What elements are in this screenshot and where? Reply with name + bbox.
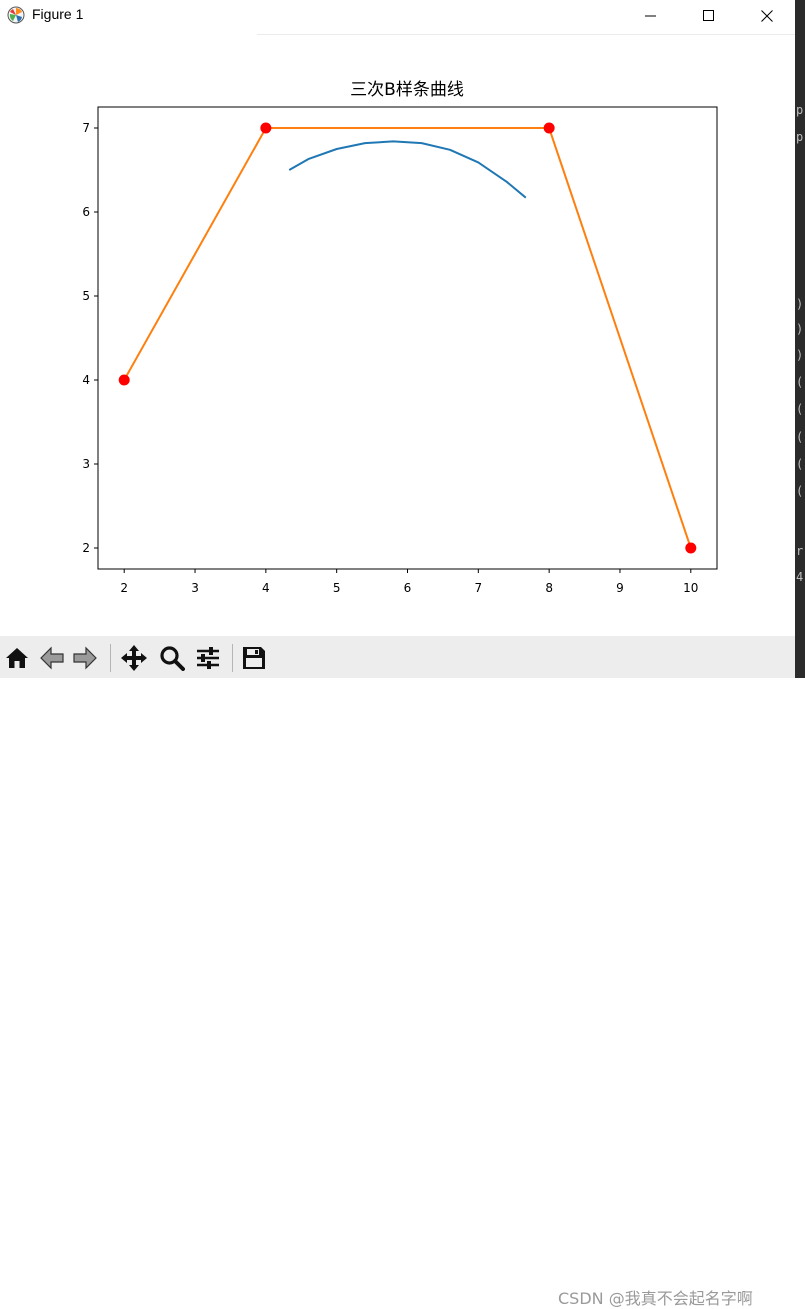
background-code-char: ) bbox=[796, 348, 804, 362]
configure-subplots-button[interactable] bbox=[194, 644, 222, 672]
magnifier-icon bbox=[160, 646, 185, 671]
y-tick-label: 5 bbox=[82, 289, 90, 303]
y-tick-label: 4 bbox=[82, 373, 90, 387]
zoom-button[interactable] bbox=[158, 644, 186, 672]
forward-button[interactable] bbox=[71, 644, 99, 672]
control-point bbox=[685, 542, 697, 554]
pan-button[interactable] bbox=[120, 644, 148, 672]
x-tick-label: 5 bbox=[333, 581, 341, 595]
y-tick-label: 6 bbox=[82, 205, 90, 219]
control-point bbox=[543, 122, 555, 134]
figure-canvas[interactable]: 三次B样条曲线 2 3 4 5 6 7 8 9 10 2 3 4 5 6 7 bbox=[0, 0, 795, 636]
background-code-char: p bbox=[796, 103, 804, 117]
background-code-char: 4 bbox=[796, 570, 804, 584]
csdn-watermark: CSDN @我真不会起名字啊 bbox=[558, 1289, 753, 1308]
chart-title: 三次B样条曲线 bbox=[350, 80, 464, 100]
home-icon bbox=[6, 648, 28, 668]
background-editor-strip: p p))) ( ( ( ( ( r 4 bbox=[795, 0, 805, 678]
x-tick-label: 10 bbox=[683, 581, 698, 595]
move-icon bbox=[121, 645, 147, 671]
y-tick-label: 2 bbox=[82, 541, 90, 555]
arrow-left-icon bbox=[40, 646, 64, 670]
navigation-toolbar: CSDN @我真不会起名字啊 bbox=[0, 636, 795, 1308]
x-tick-label: 2 bbox=[120, 581, 128, 595]
plot-area: 2 3 4 5 6 7 8 9 10 2 3 4 5 6 7 bbox=[82, 106, 718, 595]
control-point bbox=[260, 122, 272, 134]
back-button[interactable] bbox=[38, 644, 66, 672]
home-button[interactable] bbox=[3, 644, 31, 672]
sliders-icon bbox=[197, 647, 219, 669]
x-tick-label: 9 bbox=[616, 581, 624, 595]
background-code-char: ) bbox=[796, 297, 804, 311]
floppy-disk-icon bbox=[243, 647, 265, 669]
background-code-char: ( bbox=[796, 375, 804, 389]
background-code-char: r bbox=[796, 544, 804, 558]
y-tick-label: 3 bbox=[82, 457, 90, 471]
background-code-char: ) bbox=[796, 322, 804, 336]
arrow-right-icon bbox=[73, 646, 97, 670]
figure-window: Figure 1 三次B样条曲线 2 3 4 5 6 7 8 9 10 2 3 4 5 6 7 p p)))(… bbox=[0, 0, 805, 1308]
control-point bbox=[118, 374, 130, 386]
toolbar-separator bbox=[110, 644, 111, 672]
background-code-char: ( bbox=[796, 484, 804, 498]
x-tick-label: 8 bbox=[545, 581, 553, 595]
x-tick-label: 6 bbox=[404, 581, 412, 595]
background-code-char: ( bbox=[796, 402, 804, 416]
save-button[interactable] bbox=[240, 644, 268, 672]
background-code-char: p bbox=[796, 130, 804, 144]
y-tick-label: 7 bbox=[82, 121, 90, 135]
x-tick-label: 7 bbox=[475, 581, 483, 595]
axes-frame bbox=[97, 106, 718, 570]
background-code-char: ( bbox=[796, 430, 804, 444]
toolbar-separator bbox=[232, 644, 233, 672]
background-code-char: ( bbox=[796, 457, 804, 471]
x-tick-label: 4 bbox=[262, 581, 270, 595]
x-tick-label: 3 bbox=[191, 581, 199, 595]
